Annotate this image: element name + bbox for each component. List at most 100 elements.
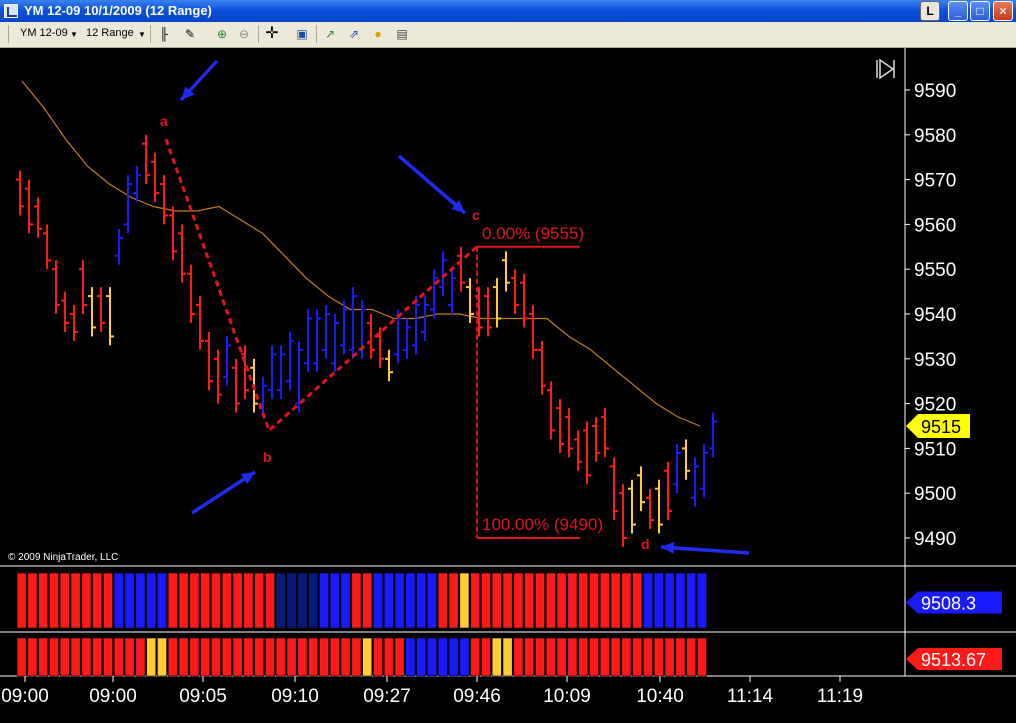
price-bar — [673, 443, 681, 494]
indicator1-bar — [481, 572, 491, 629]
toolbar-separator — [150, 25, 151, 43]
price-bar — [502, 251, 510, 292]
price-bar — [331, 314, 339, 373]
zoom-out-icon[interactable]: ⊖ — [236, 26, 252, 42]
instrument-selector[interactable]: YM 12-09 — [20, 27, 68, 39]
chevron-down-icon[interactable]: ▼ — [138, 30, 146, 39]
indicator1-bar — [362, 572, 373, 629]
indicator2-bar — [113, 637, 124, 677]
indicator1-bar — [200, 572, 211, 629]
price-bar — [133, 166, 141, 202]
indicator1-bar — [319, 572, 329, 629]
indicator2-bar — [275, 637, 286, 677]
strategies-icon[interactable]: ⇗ — [346, 26, 362, 42]
price-bar — [700, 443, 708, 498]
price-bar — [385, 349, 393, 382]
indicator2-bar — [329, 637, 340, 677]
indicator1-bar — [470, 572, 481, 629]
y-tick-label: 9510 — [914, 439, 956, 460]
price-bar — [259, 376, 267, 418]
indicator2-bar — [211, 637, 221, 677]
indicator1-bar — [697, 572, 707, 629]
draw-pen-icon[interactable]: ✎ — [182, 26, 198, 42]
indicator2-bar — [589, 637, 599, 677]
indicator2-bar — [189, 637, 200, 677]
annotation-arrow-icon — [660, 541, 750, 555]
indicator2-bar — [686, 637, 697, 677]
indicator1-bar — [610, 572, 621, 629]
price-bar — [97, 287, 105, 332]
price-bar — [520, 273, 528, 328]
indicators-icon[interactable]: ↗ — [322, 26, 338, 42]
indicator2-bar — [59, 637, 70, 677]
bar-type-icon[interactable]: ╟ — [156, 26, 172, 42]
price-bar — [511, 269, 519, 314]
zoom-in-icon[interactable]: ⊕ — [214, 26, 230, 42]
period-selector[interactable]: 12 Range — [86, 27, 134, 39]
y-tick-label: 9560 — [914, 215, 956, 236]
y-tick-label: 9540 — [914, 305, 956, 326]
scroll-to-end-icon[interactable] — [875, 58, 895, 80]
indicator2-bar — [92, 637, 103, 677]
point-label-c: c — [472, 207, 480, 223]
price-bar — [322, 305, 330, 359]
chevron-down-icon[interactable]: ▼ — [70, 30, 78, 39]
indicator1-bar — [405, 572, 416, 629]
price-bar — [655, 479, 663, 534]
price-bar — [403, 318, 411, 359]
indicator1-bar — [599, 572, 610, 629]
indicator1-bar — [27, 572, 38, 629]
indicator2-bar — [675, 637, 686, 677]
price-chart[interactable]: 0.00% (9555) 100.00% (9490) a b c d 9508.3 9… — [0, 48, 1016, 723]
price-bar — [142, 134, 150, 185]
close-button[interactable]: × — [993, 1, 1013, 21]
arrow-head — [661, 541, 675, 554]
indicator2-bar — [567, 637, 578, 677]
indicator2-bar — [545, 637, 556, 677]
indicator2-bar — [599, 637, 610, 677]
price-bar — [565, 408, 573, 458]
price-bar — [196, 296, 204, 350]
minimize-button[interactable]: _ — [948, 1, 968, 21]
price-bar — [151, 152, 159, 202]
price-bar — [178, 224, 186, 283]
layout-button[interactable]: L — [920, 1, 940, 21]
price-bar — [70, 305, 78, 341]
price-bar — [169, 206, 177, 261]
y-tick-label: 9520 — [914, 395, 956, 416]
indicator1-bar — [675, 572, 686, 629]
price-bar — [457, 246, 465, 292]
crosshair-icon[interactable]: ✛ — [264, 26, 280, 42]
indicator1-bar — [437, 572, 448, 629]
annotation-arrow-icon — [397, 154, 467, 215]
indicator1-bar — [221, 572, 232, 629]
price-bar — [583, 421, 591, 485]
price-bar — [619, 484, 627, 547]
price-bar — [646, 488, 654, 530]
price-bar — [628, 479, 636, 534]
maximize-button[interactable]: □ — [970, 1, 990, 21]
trade-icon[interactable]: ● — [370, 26, 386, 42]
indicator1-bar — [621, 572, 632, 629]
price-bar — [601, 408, 609, 458]
price-bar — [205, 331, 213, 391]
properties-icon[interactable]: ▣ — [294, 26, 310, 42]
indicator2-bar — [362, 637, 373, 677]
x-tick-label: 10:09 — [543, 686, 591, 707]
price-bar — [124, 175, 132, 234]
data-box-icon[interactable]: ▤ — [394, 26, 410, 42]
price-bar — [61, 291, 69, 332]
indicator1-bar — [427, 572, 437, 629]
indicator1-bar — [70, 572, 81, 629]
toolbar-separator — [258, 25, 259, 43]
price-bar — [493, 278, 501, 328]
indicator2-bar — [319, 637, 329, 677]
indicator2-bar — [481, 637, 491, 677]
indicator1-bar — [232, 572, 243, 629]
indicator2-bar — [200, 637, 211, 677]
indicator1-bar — [383, 572, 394, 629]
indicator1-bar — [146, 572, 157, 629]
y-tick-label: 9490 — [914, 529, 956, 550]
toolbar-separator — [316, 25, 317, 43]
indicator2-bar — [27, 637, 38, 677]
